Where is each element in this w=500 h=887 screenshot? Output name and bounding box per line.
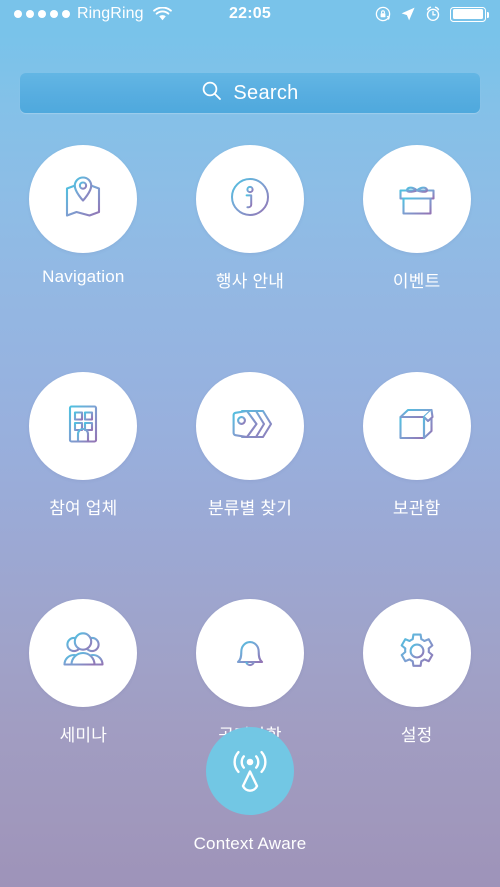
app-tile-label: 보관함: [392, 499, 441, 518]
app-icon-grid: Navigation 행사 안내 이벤트 참여 업체 분류별 찾기 보관함 세미…: [0, 145, 500, 746]
map-pin-icon: [54, 168, 112, 231]
grid-row-spacer: [0, 519, 500, 599]
grid-row: 참여 업체 분류별 찾기 보관함: [0, 372, 500, 519]
app-tile-label: 이벤트: [392, 272, 441, 291]
app-tile-exhibitors[interactable]: 참여 업체: [0, 372, 167, 519]
app-tile-event-info[interactable]: 행사 안내: [167, 145, 334, 292]
app-tile-settings[interactable]: 설정: [333, 599, 500, 746]
tile-circle: [362, 599, 471, 707]
gift-icon: [388, 168, 446, 231]
signal-dot: [38, 10, 46, 18]
gear-icon: [388, 622, 446, 685]
context-aware-circle: [206, 727, 294, 815]
tile-circle: [362, 372, 471, 480]
battery-fill: [452, 9, 484, 19]
status-bar: RingRing 22:05: [0, 0, 500, 28]
app-tile-label: 행사 안내: [215, 272, 285, 291]
rotation-lock-icon: [375, 6, 391, 22]
tile-circle: [196, 372, 304, 480]
signal-strength-dots: [14, 10, 70, 18]
tile-circle: [196, 599, 304, 707]
app-tile-label: Navigation: [42, 267, 125, 286]
phone-screen: RingRing 22:05 Search Navigation 행사 안내 이…: [0, 0, 500, 887]
building-icon: [54, 395, 112, 458]
search-placeholder: Search: [233, 81, 299, 104]
app-tile-browse-by-category[interactable]: 분류별 찾기: [167, 372, 334, 519]
alarm-clock-icon: [425, 6, 441, 22]
signal-dot: [26, 10, 34, 18]
app-tile-seminar[interactable]: 세미나: [0, 599, 167, 746]
tile-circle: [29, 599, 138, 707]
clock-time: 22:05: [229, 5, 271, 22]
storage-box-icon: [388, 395, 446, 458]
app-tile-events[interactable]: 이벤트: [333, 145, 500, 292]
grid-row-spacer: [0, 292, 500, 372]
search-icon: [201, 80, 222, 106]
signal-dot: [50, 10, 58, 18]
bell-icon: [221, 622, 279, 685]
wifi-icon: [152, 6, 172, 22]
battery-icon: [450, 6, 490, 22]
tile-circle: [29, 372, 138, 480]
app-tile-navigation[interactable]: Navigation: [0, 145, 167, 292]
app-tile-storage[interactable]: 보관함: [333, 372, 500, 519]
signal-dot: [62, 10, 70, 18]
location-arrow-icon: [400, 6, 416, 22]
people-group-icon: [54, 622, 112, 685]
status-bar-left: RingRing: [14, 5, 172, 23]
app-tile-label: 참여 업체: [49, 499, 118, 518]
info-circle-icon: [221, 168, 279, 231]
tags-icon: [221, 395, 279, 458]
grid-row: 세미나 공지사항: [0, 599, 500, 746]
search-input[interactable]: Search: [20, 73, 480, 113]
app-tile-notices[interactable]: 공지사항: [167, 599, 334, 746]
signal-dot: [14, 10, 22, 18]
context-aware-button[interactable]: Context Aware: [0, 727, 500, 854]
tile-circle: [362, 145, 471, 253]
status-bar-right: [375, 6, 490, 22]
grid-row: Navigation 행사 안내 이벤트: [0, 145, 500, 292]
carrier-name: RingRing: [77, 5, 144, 22]
beacon-signal-icon: [222, 741, 278, 802]
context-aware-label: Context Aware: [193, 834, 307, 853]
tile-circle: [29, 145, 138, 253]
tile-circle: [196, 145, 304, 253]
app-tile-label: 분류별 찾기: [207, 499, 293, 518]
